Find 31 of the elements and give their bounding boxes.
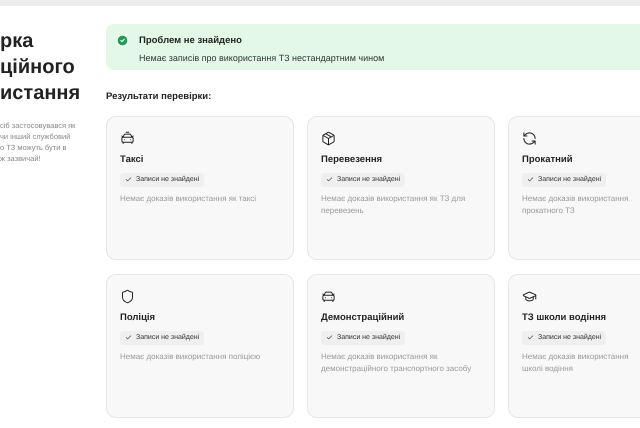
card-description: Немає доказів використання як ТЗ для перевезень	[321, 193, 466, 217]
check-icon	[125, 334, 132, 342]
card-description: Немає доказів використання як таксі	[120, 193, 256, 205]
card-description: Немає доказів використання поліцією	[120, 351, 260, 363]
arrows-icon	[522, 131, 537, 146]
shield-icon	[120, 289, 135, 304]
card-title: ТЗ школи водіння	[522, 311, 606, 326]
graduation-cap-icon	[522, 289, 537, 304]
card-description: Немає доказів використання прокатного ТЗ	[522, 193, 630, 217]
card-description: Немає доказів використання як демонстраційного транспортного засобу	[321, 351, 472, 375]
page-heading: истання	[0, 81, 82, 106]
check-icon	[326, 176, 333, 184]
taxi-icon	[120, 131, 135, 146]
check-icon	[125, 176, 132, 184]
box-icon	[321, 131, 336, 146]
banner-text: Немає записів про використання ТЗ нестандартним чином	[139, 52, 384, 66]
page-heading: ційного	[0, 55, 76, 80]
banner-title: Проблем не знайдено	[139, 34, 243, 48]
card-description: Немає доказів використання школі водіння	[522, 351, 630, 375]
section-title: Результати перевірки:	[106, 90, 212, 104]
car-icon	[321, 289, 336, 304]
card-title: Демонстраційний	[321, 311, 404, 326]
card-title: Поліція	[120, 311, 156, 326]
check-icon	[527, 334, 534, 342]
card-title: Перевезення	[321, 153, 382, 168]
card-title: Прокатний	[522, 153, 573, 168]
check-icon	[527, 176, 534, 184]
page-heading: рка	[0, 29, 34, 54]
check-icon	[326, 334, 333, 342]
card-title: Таксі	[120, 153, 144, 168]
check-circle-icon	[116, 34, 129, 47]
